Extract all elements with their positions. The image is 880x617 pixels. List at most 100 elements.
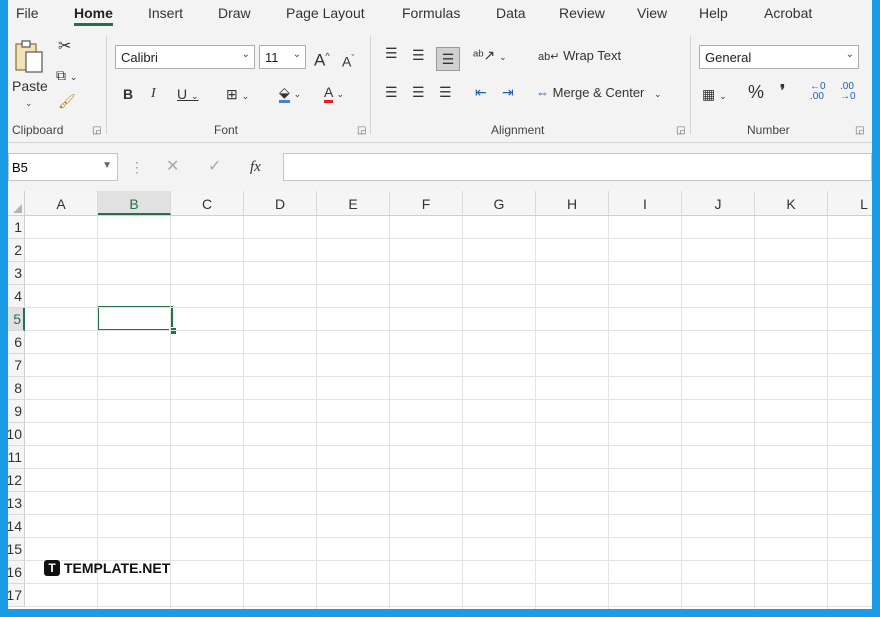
column-header-e[interactable]: E bbox=[317, 191, 390, 215]
align-bottom-icon[interactable]: ☰ bbox=[436, 47, 460, 71]
column-header-d[interactable]: D bbox=[244, 191, 317, 215]
row-number: 16 bbox=[8, 564, 22, 580]
increase-decimal-icon[interactable]: ←0.00 bbox=[810, 82, 826, 102]
bold-icon[interactable]: B bbox=[123, 85, 133, 103]
row-header-3[interactable]: 3 bbox=[8, 262, 25, 285]
font-name-select[interactable]: Calibri⌄ bbox=[115, 45, 255, 69]
number-launcher-icon[interactable]: ◲ bbox=[855, 125, 864, 136]
copy-icon[interactable]: ⧉ ⌄ bbox=[56, 66, 77, 86]
row-header-9[interactable]: 9 bbox=[8, 400, 25, 423]
paste-label: Paste bbox=[12, 78, 48, 94]
row-header-15[interactable]: 15 bbox=[8, 538, 25, 561]
comma-style-button[interactable]: ❜ bbox=[780, 83, 785, 101]
wrap-text-button[interactable]: ab↵ Wrap Text bbox=[538, 48, 621, 63]
gridline-horizontal bbox=[25, 491, 872, 492]
gridline-horizontal bbox=[25, 537, 872, 538]
column-header-j[interactable]: J bbox=[682, 191, 755, 215]
column-headers: ABCDEFGHIJKL bbox=[8, 191, 872, 216]
column-header-c[interactable]: C bbox=[171, 191, 244, 215]
align-middle-icon[interactable]: ☰ bbox=[412, 46, 425, 64]
tab-draw[interactable]: Draw bbox=[218, 5, 251, 21]
accounting-format-icon[interactable]: ▦ ⌄ bbox=[702, 85, 727, 105]
row-number: 1 bbox=[14, 219, 22, 235]
underline-icon[interactable]: U ⌄ bbox=[177, 85, 199, 105]
column-header-h[interactable]: H bbox=[536, 191, 609, 215]
gridline-vertical bbox=[170, 216, 171, 609]
column-header-i[interactable]: I bbox=[609, 191, 682, 215]
tab-view[interactable]: View bbox=[637, 5, 667, 21]
row-header-10[interactable]: 10 bbox=[8, 423, 25, 446]
confirm-entry-icon[interactable]: ✓ bbox=[208, 158, 221, 176]
format-painter-icon[interactable]: 🖌 bbox=[58, 92, 76, 110]
tab-data[interactable]: Data bbox=[496, 5, 526, 21]
align-top-icon[interactable]: ☰ bbox=[385, 44, 398, 62]
worksheet-grid[interactable]: ABCDEFGHIJKL 1234567891011121314151617 bbox=[8, 191, 872, 609]
column-header-g[interactable]: G bbox=[463, 191, 536, 215]
row-number: 8 bbox=[14, 380, 22, 396]
cut-icon[interactable]: ✂ bbox=[58, 38, 71, 56]
row-header-5[interactable]: 5 bbox=[8, 308, 25, 331]
row-header-4[interactable]: 4 bbox=[8, 285, 25, 308]
paste-button[interactable]: Paste ⌄ bbox=[12, 36, 48, 112]
group-divider bbox=[370, 36, 371, 134]
row-header-11[interactable]: 11 bbox=[8, 446, 25, 469]
tab-file[interactable]: File bbox=[16, 5, 39, 21]
column-header-l[interactable]: L bbox=[828, 191, 872, 215]
percent-style-button[interactable]: % bbox=[748, 83, 764, 101]
insert-function-button[interactable]: fx bbox=[250, 158, 261, 176]
row-header-13[interactable]: 13 bbox=[8, 492, 25, 515]
column-header-b[interactable]: B bbox=[98, 191, 171, 215]
fill-color-icon[interactable]: ⬙ ⌄ bbox=[279, 83, 301, 103]
formula-input[interactable] bbox=[283, 153, 872, 181]
tab-home[interactable]: Home bbox=[74, 5, 113, 21]
column-header-a[interactable]: A bbox=[25, 191, 98, 215]
align-right-icon[interactable]: ☰ bbox=[439, 83, 452, 101]
selected-cell[interactable] bbox=[97, 306, 173, 331]
tab-insert[interactable]: Insert bbox=[148, 5, 183, 21]
number-format-select[interactable]: General⌄ bbox=[699, 45, 859, 69]
row-header-2[interactable]: 2 bbox=[8, 239, 25, 262]
chevron-down-icon: ⌄ bbox=[654, 89, 662, 99]
row-header-1[interactable]: 1 bbox=[8, 216, 25, 239]
borders-icon[interactable]: ⊞ ⌄ bbox=[226, 85, 249, 105]
select-all-button[interactable] bbox=[8, 191, 25, 215]
font-size-select[interactable]: 11⌄ bbox=[259, 45, 306, 69]
row-header-8[interactable]: 8 bbox=[8, 377, 25, 400]
column-header-k[interactable]: K bbox=[755, 191, 828, 215]
tab-review[interactable]: Review bbox=[559, 5, 605, 21]
italic-icon[interactable]: I bbox=[151, 85, 156, 103]
decrease-font-size-icon[interactable]: Aˇ bbox=[342, 49, 354, 71]
alignment-launcher-icon[interactable]: ◲ bbox=[676, 125, 685, 136]
tab-formulas[interactable]: Formulas bbox=[402, 5, 460, 21]
row-header-7[interactable]: 7 bbox=[8, 354, 25, 377]
align-left-icon[interactable]: ☰ bbox=[385, 83, 398, 101]
clipboard-launcher-icon[interactable]: ◲ bbox=[92, 125, 101, 136]
row-header-6[interactable]: 6 bbox=[8, 331, 25, 354]
row-number: 7 bbox=[14, 357, 22, 373]
font-launcher-icon[interactable]: ◲ bbox=[357, 125, 366, 136]
column-header-f[interactable]: F bbox=[390, 191, 463, 215]
orientation-icon[interactable]: ᵃᵇ↗ ⌄ bbox=[473, 46, 507, 66]
row-header-12[interactable]: 12 bbox=[8, 469, 25, 492]
gridline-horizontal bbox=[25, 514, 872, 515]
row-header-14[interactable]: 14 bbox=[8, 515, 25, 538]
row-header-16[interactable]: 16 bbox=[8, 561, 25, 584]
tab-acrobat[interactable]: Acrobat bbox=[764, 5, 812, 21]
cancel-entry-icon[interactable]: ✕ bbox=[166, 158, 179, 176]
name-box[interactable]: B5 ▼ bbox=[8, 153, 118, 181]
row-header-17[interactable]: 17 bbox=[8, 584, 25, 607]
font-group-label: Font bbox=[214, 123, 238, 137]
increase-font-size-icon[interactable]: A^ bbox=[314, 47, 330, 70]
decrease-decimal-icon[interactable]: .00→0 bbox=[840, 82, 856, 102]
align-center-icon[interactable]: ☰ bbox=[412, 83, 425, 101]
gridline-horizontal bbox=[25, 353, 872, 354]
font-color-icon[interactable]: A ⌄ bbox=[324, 83, 344, 103]
gridline-vertical bbox=[827, 216, 828, 609]
gridline-horizontal bbox=[25, 376, 872, 377]
tab-help[interactable]: Help bbox=[699, 5, 728, 21]
decrease-indent-icon[interactable]: ⇤ bbox=[475, 83, 487, 101]
merge-center-button[interactable]: ⇔ Merge & Center ⌄ bbox=[536, 85, 662, 100]
row-number: 6 bbox=[14, 334, 22, 350]
tab-page-layout[interactable]: Page Layout bbox=[286, 5, 365, 21]
increase-indent-icon[interactable]: ⇥ bbox=[502, 83, 514, 101]
